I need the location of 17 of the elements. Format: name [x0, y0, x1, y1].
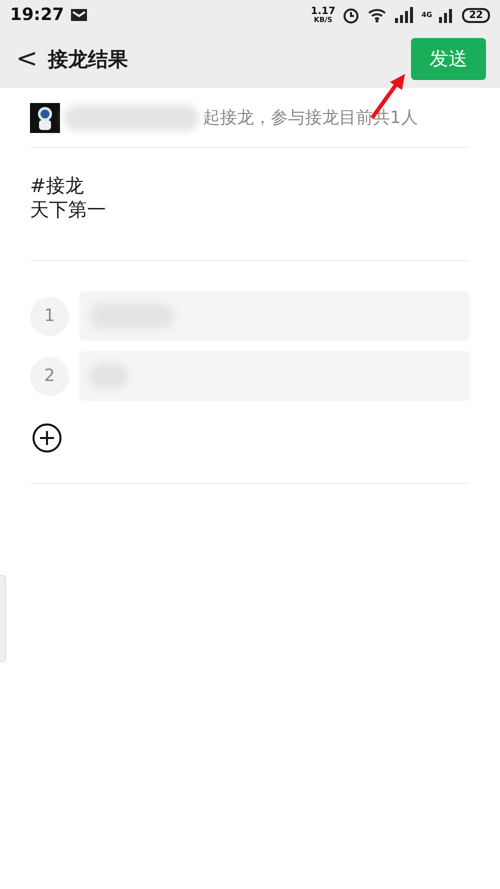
- entry-field[interactable]: [79, 291, 470, 341]
- status-time: 19:27: [10, 5, 64, 25]
- topic-line: 天下第一: [30, 198, 107, 222]
- mail-icon: [70, 8, 88, 22]
- signal-icon: [394, 7, 414, 23]
- side-handle[interactable]: [0, 575, 6, 662]
- entry-number: 1: [30, 296, 69, 336]
- page-title: 接龙结果: [48, 46, 128, 72]
- add-icon[interactable]: [32, 423, 62, 453]
- avatar-icon: [30, 102, 60, 132]
- alarm-icon: [342, 6, 360, 24]
- battery-level: 22: [462, 8, 490, 22]
- back-button[interactable]: <: [16, 44, 48, 74]
- wifi-icon: [367, 7, 388, 23]
- topic-line: #接龙: [30, 174, 85, 198]
- entry-number: 2: [30, 356, 69, 396]
- entry-field[interactable]: [79, 351, 470, 401]
